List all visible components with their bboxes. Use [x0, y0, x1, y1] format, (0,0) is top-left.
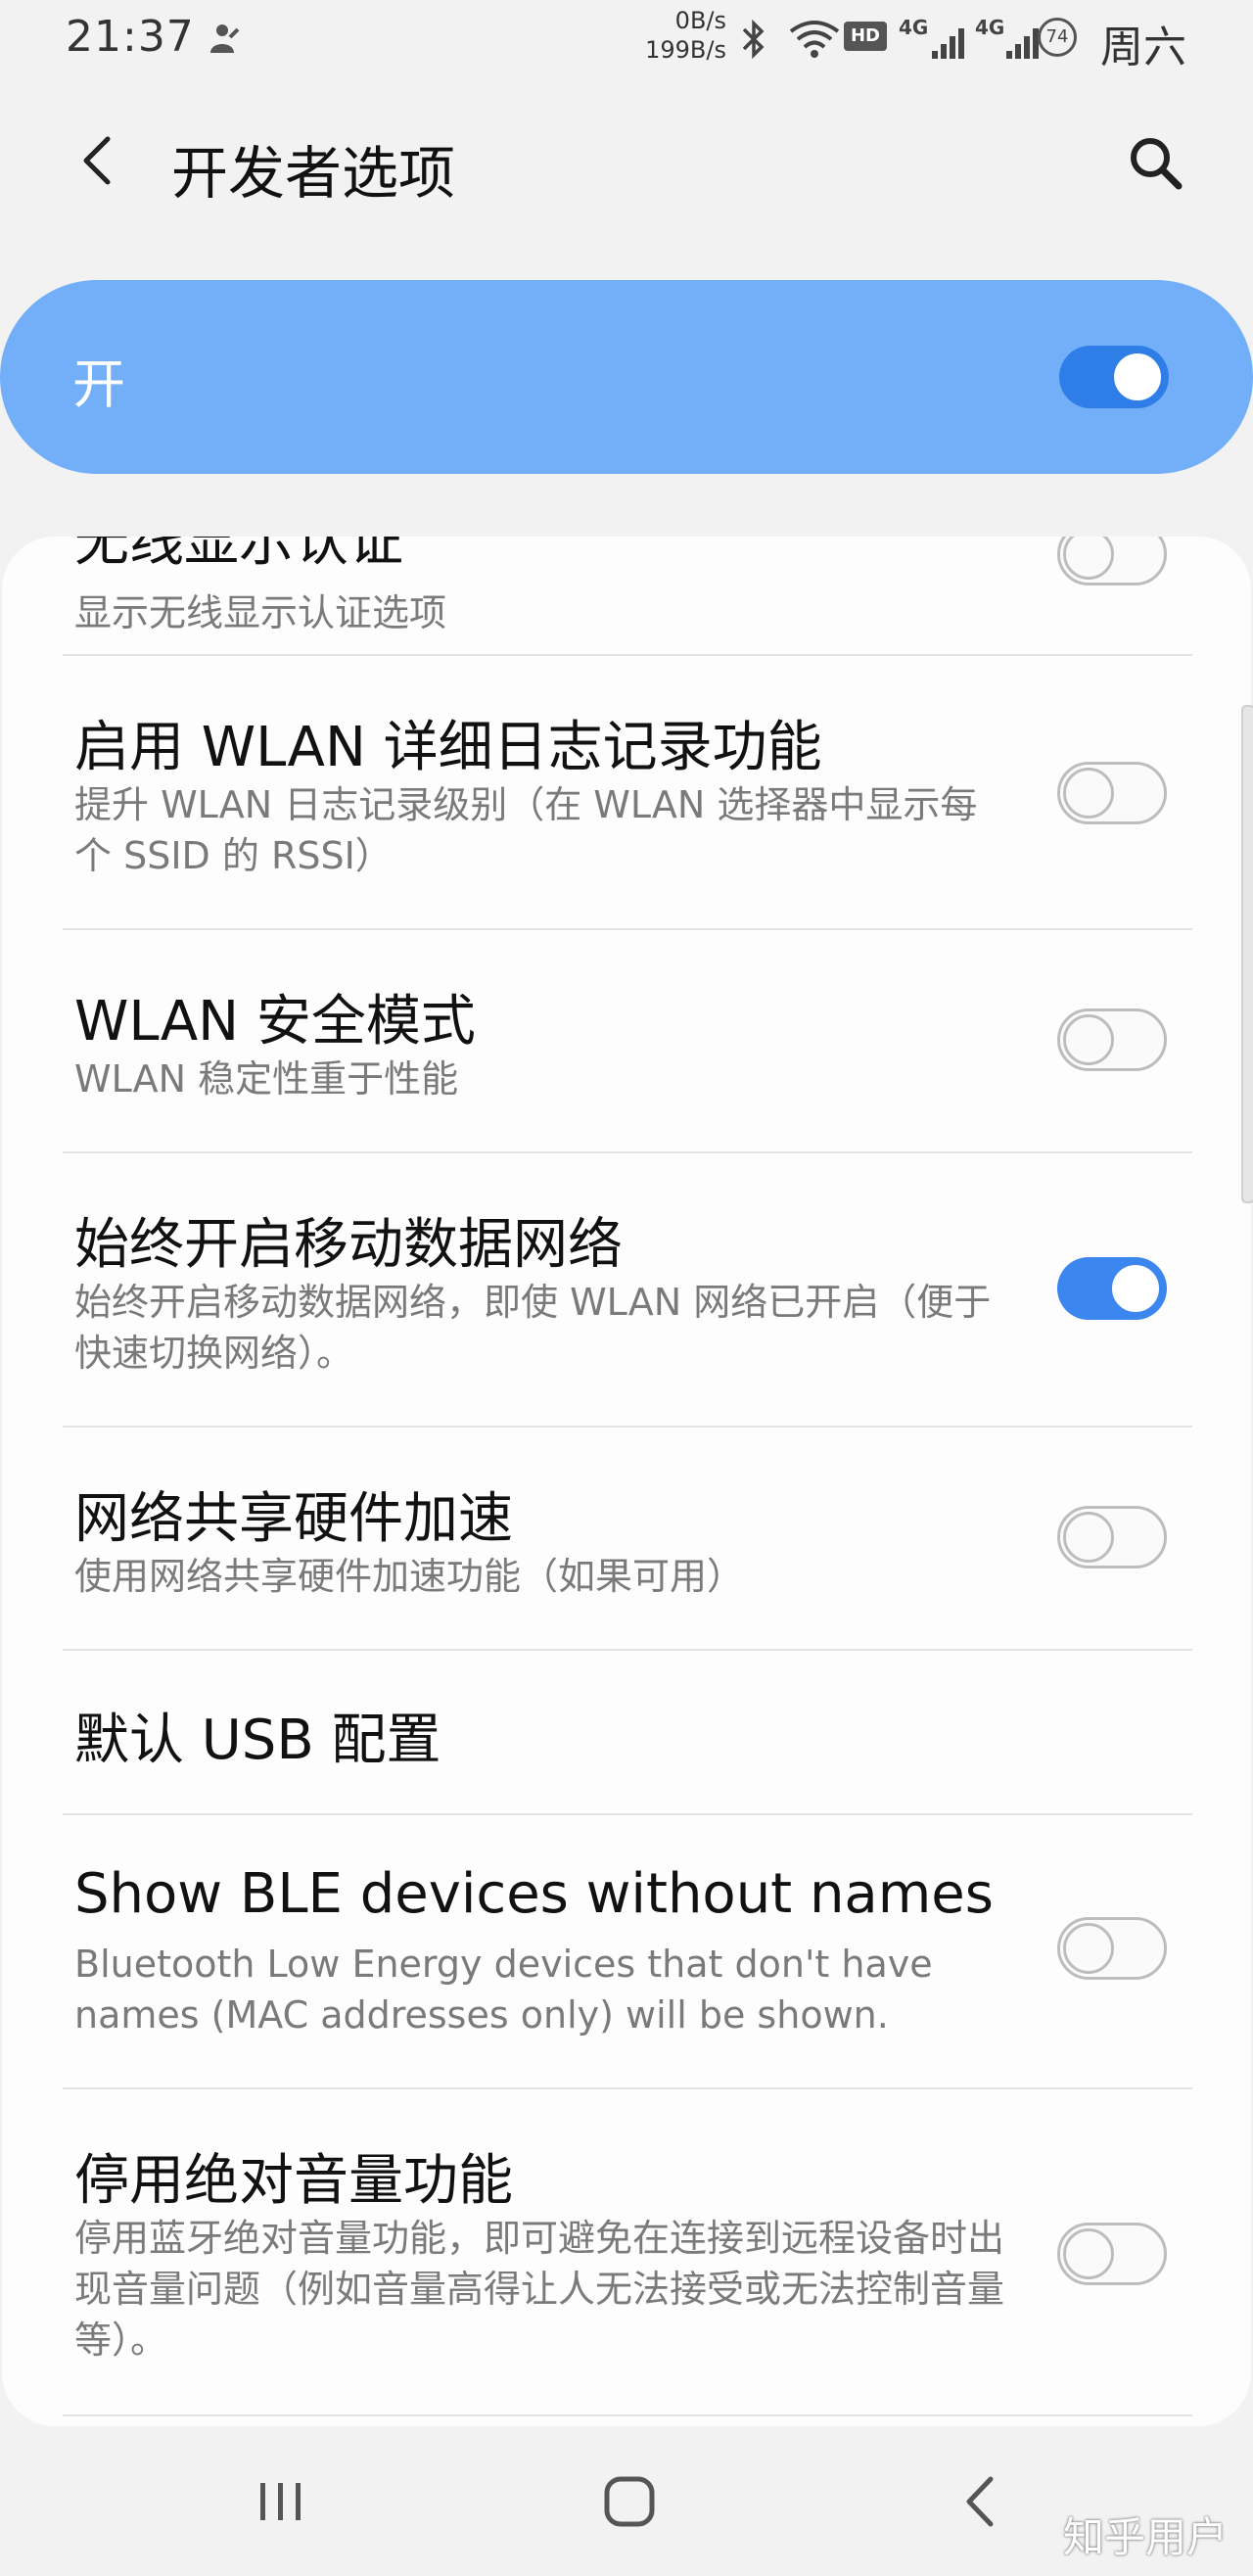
- master-switch-label: 开: [72, 353, 125, 415]
- bluetooth-icon: [742, 19, 765, 60]
- home-icon: [604, 2476, 655, 2527]
- net-down: 0B/s: [674, 7, 726, 34]
- setting-title: 始终开启移动数据网络: [74, 1213, 623, 1277]
- recents-icon: [260, 2483, 301, 2520]
- lte-label-2: 4G: [975, 16, 1005, 39]
- lte-label-1: 4G: [899, 16, 929, 39]
- screen: 21:37 0B/s 199B/s HD 4G 4G 74 周六 开发者选项 开…: [0, 0, 1253, 2576]
- hd-badge: HD: [844, 22, 887, 51]
- setting-title: 启用 WLAN 详细日志记录功能: [74, 716, 822, 779]
- toggle-knob: [1110, 350, 1165, 404]
- toggle-show-ble-devices[interactable]: [1057, 1917, 1167, 1980]
- setting-title: 网络共享硬件加速: [74, 1487, 513, 1551]
- status-day: 周六: [1100, 23, 1186, 72]
- net-up: 199B/s: [645, 36, 726, 64]
- toggle-knob: [1108, 1261, 1163, 1316]
- toggle-knob: [1063, 1512, 1114, 1563]
- divider: [63, 2414, 1192, 2416]
- wifi-icon: [789, 21, 840, 58]
- toggle-wireless-display-cert[interactable]: [1057, 537, 1167, 585]
- setting-subtitle: Bluetooth Low Energy devices that don't …: [74, 1943, 933, 2037]
- setting-title: Show BLE devices without names: [74, 1862, 994, 1926]
- toggle-knob: [1063, 1014, 1114, 1065]
- recent-apps-button[interactable]: [237, 2458, 325, 2546]
- toggle-wlan-verbose-logging[interactable]: [1057, 762, 1167, 824]
- toggle-knob: [1063, 768, 1114, 819]
- setting-title: 无线显示认证: [74, 537, 403, 574]
- toggle-tethering-hw-accel[interactable]: [1057, 1506, 1167, 1569]
- setting-subtitle: 显示无线显示认证选项: [74, 591, 447, 634]
- app-bar: 开发者选项: [0, 108, 1253, 215]
- setting-wlan-verbose-logging[interactable]: 启用 WLAN 详细日志记录功能 提升 WLAN 日志记录级别（在 WLAN 选…: [2, 656, 1251, 928]
- master-switch-toggle[interactable]: [1059, 346, 1169, 408]
- setting-subtitle: 始终开启移动数据网络，即使 WLAN 网络已开启（便于快速切换网络）。: [74, 1281, 992, 1375]
- toggle-knob: [1063, 1923, 1114, 1974]
- battery-icon: 74: [1038, 18, 1077, 57]
- setting-subtitle: 停用蓝牙绝对音量功能，即可避免在连接到远程设备时出现音量问题（例如音量高得让人无…: [74, 2217, 1005, 2362]
- chevron-left-icon: [83, 136, 111, 185]
- toggle-knob: [1063, 537, 1114, 580]
- home-button[interactable]: [585, 2458, 673, 2546]
- settings-list: 无线显示认证 显示无线显示认证选项 启用 WLAN 详细日志记录功能 提升 WL…: [2, 537, 1251, 2426]
- setting-subtitle: 提升 WLAN 日志记录级别（在 WLAN 选择器中显示每个 SSID 的 RS…: [74, 783, 978, 877]
- setting-default-usb-config[interactable]: 默认 USB 配置: [2, 1651, 1251, 1813]
- search-button[interactable]: [1126, 133, 1184, 192]
- setting-subtitle: WLAN 稳定性重于性能: [74, 1057, 459, 1101]
- notification-icon: [210, 24, 240, 53]
- back-icon: [966, 2476, 994, 2527]
- watermark: 知乎用户: [1063, 2513, 1229, 2561]
- setting-tethering-hw-accel[interactable]: 网络共享硬件加速 使用网络共享硬件加速功能（如果可用）: [2, 1428, 1251, 1649]
- network-speed: 0B/s 199B/s: [638, 6, 726, 65]
- setting-show-ble-devices[interactable]: Show BLE devices without names Bluetooth…: [2, 1815, 1251, 2087]
- search-icon: [1131, 138, 1183, 190]
- setting-mobile-data-always-on[interactable]: 始终开启移动数据网络 始终开启移动数据网络，即使 WLAN 网络已开启（便于快速…: [2, 1153, 1251, 1426]
- setting-title: 停用绝对音量功能: [74, 2149, 513, 2213]
- page-title: 开发者选项: [171, 140, 456, 207]
- setting-wireless-display-cert[interactable]: 无线显示认证 显示无线显示认证选项: [2, 537, 1251, 634]
- back-button[interactable]: [69, 131, 127, 190]
- status-time: 21:37: [66, 12, 195, 62]
- status-bar: 21:37 0B/s 199B/s HD 4G 4G 74 周六: [0, 0, 1253, 78]
- setting-title: WLAN 安全模式: [74, 990, 476, 1054]
- toggle-disable-absolute-volume[interactable]: [1057, 2223, 1167, 2285]
- signal-icon: [932, 28, 964, 59]
- setting-subtitle: 使用网络共享硬件加速功能（如果可用）: [74, 1555, 745, 1598]
- navigation-bar: 知乎用户: [0, 2428, 1253, 2576]
- master-switch-bar[interactable]: 开: [0, 280, 1253, 474]
- toggle-knob: [1063, 2228, 1114, 2279]
- toggle-wlan-safe-mode[interactable]: [1057, 1008, 1167, 1071]
- setting-disable-absolute-volume[interactable]: 停用绝对音量功能 停用蓝牙绝对音量功能，即可避免在连接到远程设备时出现音量问题（…: [2, 2089, 1251, 2412]
- setting-title: 默认 USB 配置: [74, 1709, 441, 1772]
- setting-wlan-safe-mode[interactable]: WLAN 安全模式 WLAN 稳定性重于性能: [2, 930, 1251, 1151]
- nav-back-button[interactable]: [936, 2458, 1024, 2546]
- toggle-mobile-data-always-on[interactable]: [1057, 1257, 1167, 1320]
- scrollbar-thumb[interactable]: [1241, 705, 1253, 1203]
